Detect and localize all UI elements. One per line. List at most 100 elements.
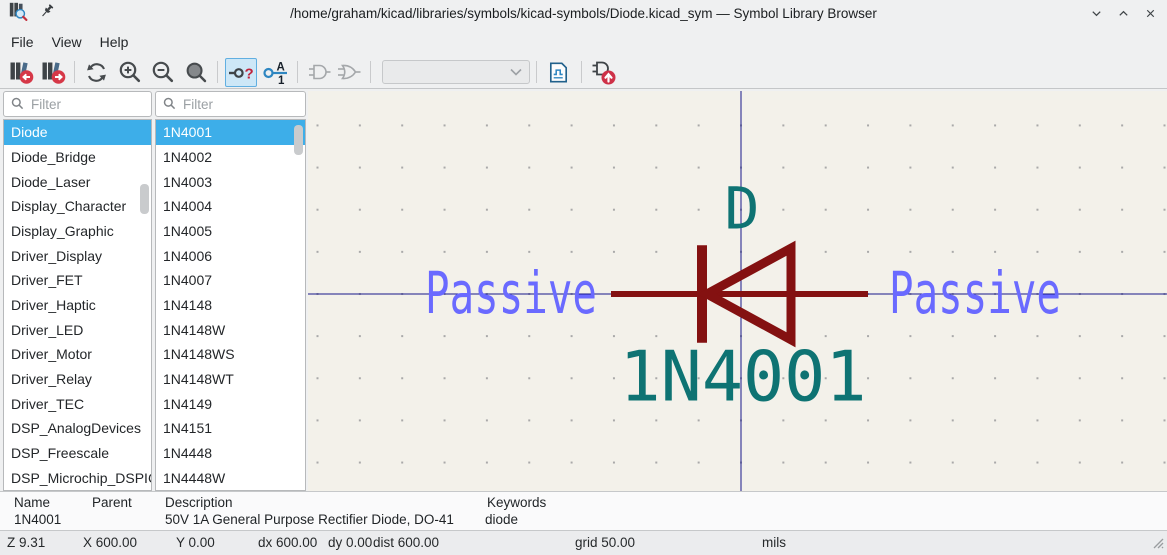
symbol-list-item[interactable]: 1N4002 xyxy=(156,145,305,170)
info-value-description: 50V 1A General Purpose Rectifier Diode, … xyxy=(165,512,454,527)
symbol-list-item[interactable]: 1N4148WT xyxy=(156,367,305,392)
symbol-list-item[interactable]: 1N4004 xyxy=(156,194,305,219)
view-datasheet-button[interactable] xyxy=(544,58,572,86)
library-list-item[interactable]: DSP_Freescale xyxy=(4,441,151,466)
demorgan-alternate-button[interactable] xyxy=(335,58,363,86)
symbol-list-item[interactable]: 1N4006 xyxy=(156,243,305,268)
menu-view[interactable]: View xyxy=(43,30,91,54)
library-list-item[interactable]: Driver_Motor xyxy=(4,342,151,367)
symbol-list-item[interactable]: 1N4148W xyxy=(156,317,305,342)
pin-numbers-icon: A 1 xyxy=(262,58,290,86)
symbol-list-item[interactable]: 1N4448 xyxy=(156,441,305,466)
info-header-parent: Parent xyxy=(92,495,132,510)
reference-designator: D xyxy=(725,174,760,242)
symbol-list-item[interactable]: 1N4149 xyxy=(156,391,305,416)
refresh-button[interactable] xyxy=(82,58,110,86)
resize-grip-icon[interactable] xyxy=(1150,535,1164,552)
or-gate-icon xyxy=(335,59,363,85)
info-header-keywords: Keywords xyxy=(487,495,546,510)
search-icon xyxy=(163,97,176,115)
symbol-list-item[interactable]: 1N4448W xyxy=(156,465,305,490)
menu-file[interactable]: File xyxy=(2,30,43,54)
svg-text:?: ? xyxy=(245,65,254,82)
library-list-scrollbar[interactable] xyxy=(140,184,149,214)
library-list-item[interactable]: Driver_LED xyxy=(4,317,151,342)
zoom-in-button[interactable] xyxy=(116,58,144,86)
symbol-info-panel: Name Parent Description Keywords 1N4001 … xyxy=(0,491,1167,530)
status-zoom: Z 9.31 xyxy=(7,535,45,550)
status-dist: dist 600.00 xyxy=(373,535,439,550)
next-library-button[interactable] xyxy=(39,58,67,86)
zoom-fit-icon xyxy=(184,60,209,85)
library-panel: Diode Diode_Bridge Diode_Laser Display_C… xyxy=(3,91,152,491)
export-symbol-icon xyxy=(589,58,617,86)
library-list-item[interactable]: Driver_Relay xyxy=(4,367,151,392)
symbol-list-item[interactable]: 1N4148 xyxy=(156,293,305,318)
status-dx: dx 600.00 xyxy=(258,535,317,550)
pin-type-label-right: Passive xyxy=(889,259,1061,327)
search-icon xyxy=(11,97,24,115)
refresh-icon xyxy=(84,60,109,85)
symbol-list: 1N4001 1N4002 1N4003 1N4004 1N4005 1N400… xyxy=(155,119,306,491)
library-list-item[interactable]: Driver_Haptic xyxy=(4,293,151,318)
show-pin-electrical-type-toggle[interactable]: ? xyxy=(225,58,257,87)
zoom-fit-button[interactable] xyxy=(182,58,210,86)
minimize-button[interactable] xyxy=(1089,7,1103,21)
and-gate-icon xyxy=(305,59,333,85)
unit-selector-dropdown[interactable] xyxy=(382,60,530,84)
pin-electrical-type-icon: ? xyxy=(226,59,256,86)
library-filter-input[interactable] xyxy=(3,91,152,117)
menu-bar: File View Help xyxy=(0,27,1167,56)
zoom-in-icon xyxy=(117,59,143,85)
pin-icon[interactable] xyxy=(38,3,55,25)
info-value-keywords: diode xyxy=(485,512,518,527)
add-symbol-to-schematic-button[interactable] xyxy=(589,58,617,86)
library-list: Diode Diode_Bridge Diode_Laser Display_C… xyxy=(3,119,152,491)
close-button[interactable] xyxy=(1143,7,1157,21)
info-header-description: Description xyxy=(165,495,233,510)
status-cursor-y: Y 0.00 xyxy=(176,535,215,550)
chevron-down-icon xyxy=(510,68,522,76)
show-pin-numbers-toggle[interactable]: A 1 xyxy=(262,58,290,86)
library-list-item[interactable]: Diode_Laser xyxy=(4,169,151,194)
demorgan-standard-button[interactable] xyxy=(305,58,333,86)
library-filter xyxy=(3,91,152,117)
menu-help[interactable]: Help xyxy=(91,30,138,54)
books-right-arrow-icon xyxy=(40,59,67,85)
library-list-item[interactable]: Driver_FET xyxy=(4,268,151,293)
symbol-filter-input[interactable] xyxy=(155,91,306,117)
books-left-arrow-icon xyxy=(8,59,35,85)
symbol-list-item[interactable]: 1N4003 xyxy=(156,169,305,194)
svg-text:A: A xyxy=(277,62,285,74)
svg-text:1: 1 xyxy=(278,75,285,86)
status-dy: dy 0.00 xyxy=(328,535,372,550)
datasheet-icon xyxy=(546,60,571,85)
symbol-list-scrollbar[interactable] xyxy=(294,125,303,155)
window-title: /home/graham/kicad/libraries/symbols/kic… xyxy=(0,6,1167,21)
zoom-out-button[interactable] xyxy=(149,58,177,86)
zoom-out-icon xyxy=(150,59,176,85)
library-list-item[interactable]: Diode_Bridge xyxy=(4,145,151,170)
symbol-list-item[interactable]: 1N4148WS xyxy=(156,342,305,367)
library-list-item[interactable]: DSP_Microchip_DSPIC33 xyxy=(4,465,151,490)
symbol-filter xyxy=(155,91,306,117)
library-list-item[interactable]: Diode xyxy=(4,120,151,145)
symbol-list-item[interactable]: 1N4151 xyxy=(156,416,305,441)
library-list-item[interactable]: Driver_Display xyxy=(4,243,151,268)
library-list-item[interactable]: Display_Graphic xyxy=(4,219,151,244)
library-list-item[interactable]: Driver_TEC xyxy=(4,391,151,416)
status-units: mils xyxy=(762,535,786,550)
title-bar: /home/graham/kicad/libraries/symbols/kic… xyxy=(0,0,1167,27)
symbol-list-item[interactable]: 1N4007 xyxy=(156,268,305,293)
info-header-name: Name xyxy=(14,495,50,510)
symbol-list-item[interactable]: 1N4005 xyxy=(156,219,305,244)
library-list-item[interactable]: Display_Character xyxy=(4,194,151,219)
info-value-name: 1N4001 xyxy=(14,512,61,527)
previous-library-button[interactable] xyxy=(7,58,35,86)
symbol-list-item[interactable]: 1N4001 xyxy=(156,120,305,145)
library-list-item[interactable]: DSP_AnalogDevices xyxy=(4,416,151,441)
schematic-canvas[interactable]: D Passive Passive 1N4001 xyxy=(308,91,1167,491)
symbol-library-browser-window: /home/graham/kicad/libraries/symbols/kic… xyxy=(0,0,1167,555)
app-icon xyxy=(8,1,28,26)
maximize-button[interactable] xyxy=(1116,7,1130,21)
